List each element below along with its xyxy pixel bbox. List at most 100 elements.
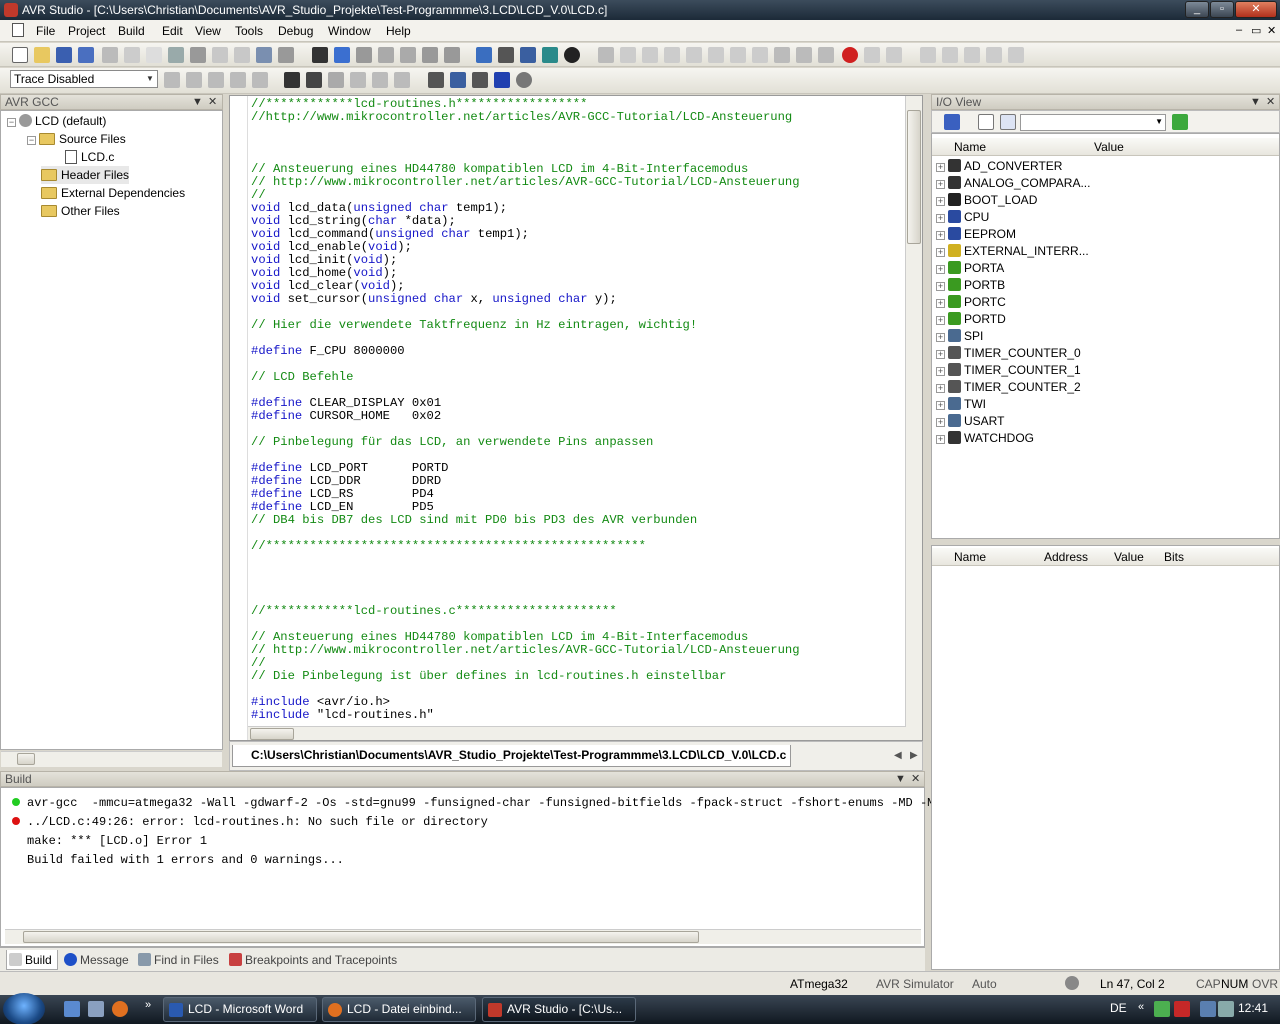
minimize-button[interactable]: _	[1185, 1, 1209, 18]
panel-dropdown-icon[interactable]: ▼	[192, 95, 203, 109]
firefox-icon[interactable]	[112, 1001, 128, 1017]
code-line[interactable]: // LCD Befehle	[251, 371, 800, 384]
quicklaunch-more-icon[interactable]: »	[145, 999, 151, 1011]
code-line[interactable]: // DB4 bis DB7 des LCD sind mit PD0 bis …	[251, 514, 800, 527]
x-icon[interactable]	[494, 72, 510, 88]
bookmark-prev-icon[interactable]	[400, 47, 416, 63]
avr-icon[interactable]	[306, 72, 322, 88]
network-icon[interactable]	[1200, 1001, 1216, 1017]
trace-stop-icon[interactable]	[186, 72, 202, 88]
io-filter-icon[interactable]	[944, 114, 960, 130]
outdent-icon[interactable]	[444, 47, 460, 63]
show-desktop-icon[interactable]	[64, 1001, 80, 1017]
tool-b-icon[interactable]	[372, 72, 388, 88]
step-over-icon[interactable]	[686, 47, 702, 63]
connect-icon[interactable]	[450, 72, 466, 88]
io-row[interactable]: + BOOT_LOAD	[936, 192, 1037, 209]
chevron-down-icon[interactable]: ▼	[1155, 117, 1163, 126]
mdi-restore-icon[interactable]: ▭	[1251, 24, 1261, 37]
io-search-input[interactable]: ▼	[1020, 114, 1166, 131]
go-icon[interactable]	[1172, 114, 1188, 130]
tree-root[interactable]: − LCD (default)	[7, 112, 106, 130]
trace-step-icon[interactable]	[208, 72, 224, 88]
clock[interactable]: 12:41	[1238, 1001, 1268, 1015]
auto-step-icon[interactable]	[752, 47, 768, 63]
trace-down-icon[interactable]	[230, 72, 246, 88]
expand-icon[interactable]: +	[936, 367, 945, 376]
list-view-icon[interactable]	[1000, 114, 1016, 130]
breakpoint-icon[interactable]	[842, 47, 858, 63]
io-row[interactable]: + EXTERNAL_INTERR...	[936, 243, 1089, 260]
code-line[interactable]	[251, 579, 800, 592]
file-tab[interactable]: C:\Users\Christian\Documents\AVR_Studio_…	[232, 745, 792, 767]
build-icon[interactable]	[476, 47, 492, 63]
tray-expand-icon[interactable]: «	[1138, 1001, 1144, 1013]
taskbar-button-avr-studio[interactable]: AVR Studio - [C:\Us...	[482, 997, 636, 1022]
disassembler-icon[interactable]	[774, 47, 790, 63]
column-value[interactable]: Value	[1094, 138, 1124, 156]
code-line[interactable]: #define F_CPU 8000000	[251, 345, 800, 358]
maximize-button[interactable]: ▫	[1210, 1, 1234, 18]
code-line[interactable]: // Die Pinbelegung ist über defines in l…	[251, 670, 800, 683]
tree-other-files[interactable]: Other Files	[41, 202, 120, 220]
redo-icon[interactable]	[234, 47, 250, 63]
code-area[interactable]: //************lcd-routines.h************…	[251, 98, 800, 722]
panel-close-icon[interactable]: ✕	[911, 772, 920, 786]
indent-icon[interactable]	[422, 47, 438, 63]
io-row[interactable]: + TIMER_COUNTER_2	[936, 379, 1081, 396]
code-line[interactable]: #define CURSOR_HOME 0x02	[251, 410, 800, 423]
print-preview-icon[interactable]	[190, 47, 206, 63]
code-line[interactable]	[251, 137, 800, 150]
tree-header-files[interactable]: Header Files	[41, 166, 130, 184]
io-row[interactable]: + AD_CONVERTER	[936, 158, 1062, 175]
io-row[interactable]: + PORTA	[936, 260, 1004, 277]
save-all-icon[interactable]	[78, 47, 94, 63]
code-line[interactable]	[251, 124, 800, 137]
start-button[interactable]	[3, 993, 45, 1024]
program-icon[interactable]	[428, 72, 444, 88]
expand-icon[interactable]: +	[936, 316, 945, 325]
code-line[interactable]: // http://www.mikrocontroller.net/articl…	[251, 176, 800, 189]
expand-icon[interactable]: +	[936, 401, 945, 410]
io-row[interactable]: + USART	[936, 413, 1004, 430]
scroll-thumb[interactable]	[907, 110, 921, 244]
copy-icon[interactable]	[124, 47, 140, 63]
io-row[interactable]: + TIMER_COUNTER_0	[936, 345, 1081, 362]
trace-start-icon[interactable]	[164, 72, 180, 88]
run-to-cursor-icon[interactable]	[730, 47, 746, 63]
code-line[interactable]: // Pinbelegung für das LCD, an verwendet…	[251, 436, 800, 449]
code-line[interactable]	[251, 553, 800, 566]
close-button[interactable]: ✕	[1235, 1, 1277, 18]
rebuild-icon[interactable]	[520, 47, 536, 63]
undo-icon[interactable]	[212, 47, 228, 63]
print-icon[interactable]	[168, 47, 184, 63]
menu-view[interactable]: View	[195, 23, 221, 39]
tree-view-icon[interactable]	[978, 114, 994, 130]
io-view-icon[interactable]	[986, 47, 1002, 63]
expand-icon[interactable]: +	[936, 265, 945, 274]
menu-file[interactable]: File	[36, 23, 55, 39]
io-row[interactable]: + TIMER_COUNTER_1	[936, 362, 1081, 379]
tree-file-lcd-c[interactable]: LCD.c	[65, 148, 114, 166]
io-row[interactable]: + TWI	[936, 396, 986, 413]
expand-icon[interactable]: +	[936, 384, 945, 393]
memory-view-icon[interactable]	[964, 47, 980, 63]
scroll-thumb[interactable]	[17, 753, 35, 765]
io-row[interactable]: + PORTD	[936, 311, 1006, 328]
run-icon[interactable]	[598, 47, 614, 63]
braces-icon[interactable]	[796, 47, 812, 63]
debug-start-icon[interactable]	[542, 47, 558, 63]
tray-security-icon[interactable]	[1174, 1001, 1190, 1017]
step-into-icon[interactable]	[664, 47, 680, 63]
code-line[interactable]: #include "lcd-routines.h"	[251, 709, 800, 722]
panel-dropdown-icon[interactable]: ▼	[895, 772, 906, 786]
tool-a-icon[interactable]	[350, 72, 366, 88]
open-file-icon[interactable]	[34, 47, 50, 63]
mdi-minimize-icon[interactable]: –	[1236, 24, 1242, 36]
expand-icon[interactable]: +	[936, 197, 945, 206]
io-row[interactable]: + ANALOG_COMPARA...	[936, 175, 1090, 192]
code-line[interactable]: // http://www.mikrocontroller.net/articl…	[251, 644, 800, 657]
tab-left-icon[interactable]: ◀	[894, 750, 902, 761]
processor-view-icon[interactable]	[1008, 47, 1024, 63]
break-icon[interactable]	[620, 47, 636, 63]
